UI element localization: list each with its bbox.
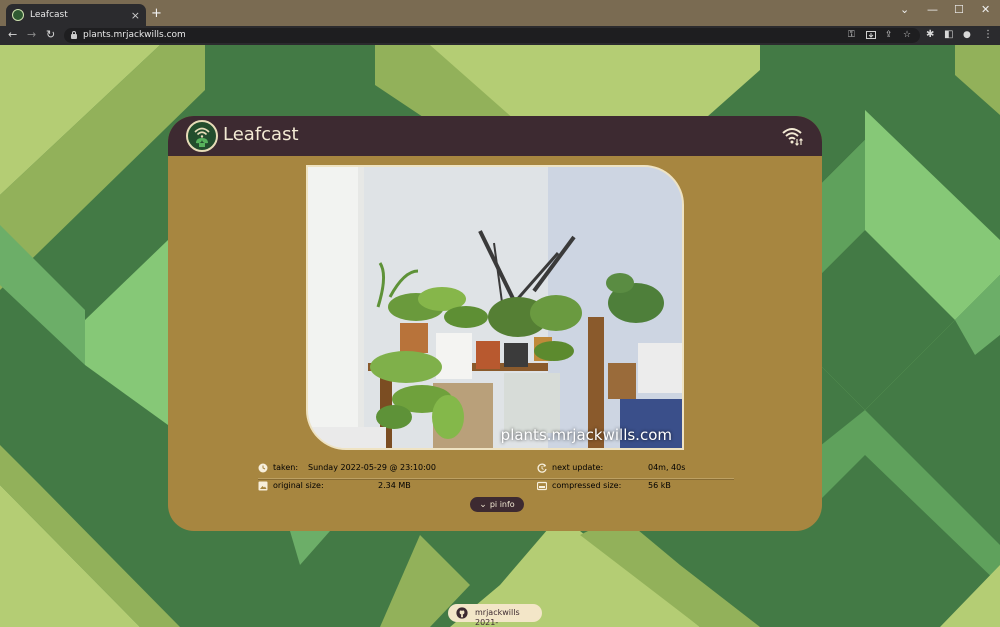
tab-title: Leafcast: [30, 10, 68, 20]
taken-label: taken:: [273, 463, 299, 472]
github-icon: [456, 607, 468, 619]
back-button[interactable]: ←: [8, 28, 17, 42]
leafcast-card: Leafcast plants.mrjackwills.com taken: S…: [168, 116, 822, 531]
minimize-button[interactable]: —: [927, 3, 938, 17]
update-timer-icon: [537, 463, 547, 473]
card-header: Leafcast: [168, 116, 822, 156]
side-panel-icon[interactable]: ◧: [944, 28, 953, 42]
tab-search-chevron-icon[interactable]: ⌄: [900, 3, 909, 17]
leaf-signal-icon: [194, 127, 210, 147]
next-update-value: 04m, 40s: [648, 463, 686, 472]
bookmark-star-icon[interactable]: ☆: [903, 30, 911, 41]
forward-button[interactable]: →: [27, 28, 36, 42]
footer-credit: mrjackwills 2021-: [475, 608, 520, 627]
plant-scene-illustration: [308, 167, 682, 448]
chevron-down-icon: ⌄: [479, 500, 487, 510]
compressed-size-label: compressed size:: [552, 481, 622, 490]
original-size-value: 2.34 MB: [378, 481, 411, 490]
maximize-button[interactable]: ☐: [954, 3, 964, 17]
next-update-label: next update:: [552, 463, 604, 472]
compressed-image-icon: [537, 481, 547, 491]
profile-icon[interactable]: ●: [963, 28, 971, 42]
lock-icon[interactable]: [71, 31, 77, 39]
taken-value: Sunday 2022-05-29 @ 23:10:00: [308, 463, 436, 472]
plant-photo: plants.mrjackwills.com: [306, 165, 684, 450]
wifi-connection-icon[interactable]: [782, 126, 804, 146]
page-viewport: Leafcast plants.mrjackwills.com taken: S…: [0, 45, 1000, 627]
leafcast-logo[interactable]: [186, 120, 218, 152]
original-size-label: original size:: [273, 481, 324, 490]
footer-github-link[interactable]: mrjackwills 2021-: [448, 604, 542, 627]
browser-menu-icon[interactable]: ⋮: [983, 28, 993, 42]
close-window-button[interactable]: ✕: [981, 3, 990, 17]
address-bar[interactable]: plants.mrjackwills.com ⚿ ⇪ ☆: [64, 28, 920, 43]
compressed-size-value: 56 kB: [648, 481, 671, 490]
photo-watermark: plants.mrjackwills.com: [500, 426, 672, 444]
pi-info-button[interactable]: ⌄ pi info: [470, 497, 524, 512]
clock-icon: [258, 463, 268, 473]
url-text[interactable]: plants.mrjackwills.com: [83, 30, 186, 41]
tab-close-icon[interactable]: ×: [131, 10, 140, 21]
brand-title[interactable]: Leafcast: [223, 124, 299, 146]
image-icon: [258, 481, 268, 491]
install-app-icon[interactable]: [866, 31, 876, 40]
pi-info-label: pi info: [489, 500, 515, 509]
favicon-icon: [12, 9, 24, 21]
reload-button[interactable]: ↻: [46, 28, 55, 42]
browser-tab-strip: Leafcast × + ⌄ — ☐ ✕: [0, 0, 1000, 26]
extensions-icon[interactable]: ✱: [926, 28, 934, 42]
new-tab-button[interactable]: +: [151, 7, 162, 20]
password-key-icon[interactable]: ⚿: [848, 30, 855, 41]
info-divider-shadow: [258, 479, 734, 480]
share-icon[interactable]: ⇪: [885, 30, 893, 41]
browser-toolbar: ← → ↻ plants.mrjackwills.com ⚿ ⇪ ☆ ✱ ◧ ●…: [0, 26, 1000, 45]
browser-tab[interactable]: Leafcast ×: [6, 4, 146, 26]
